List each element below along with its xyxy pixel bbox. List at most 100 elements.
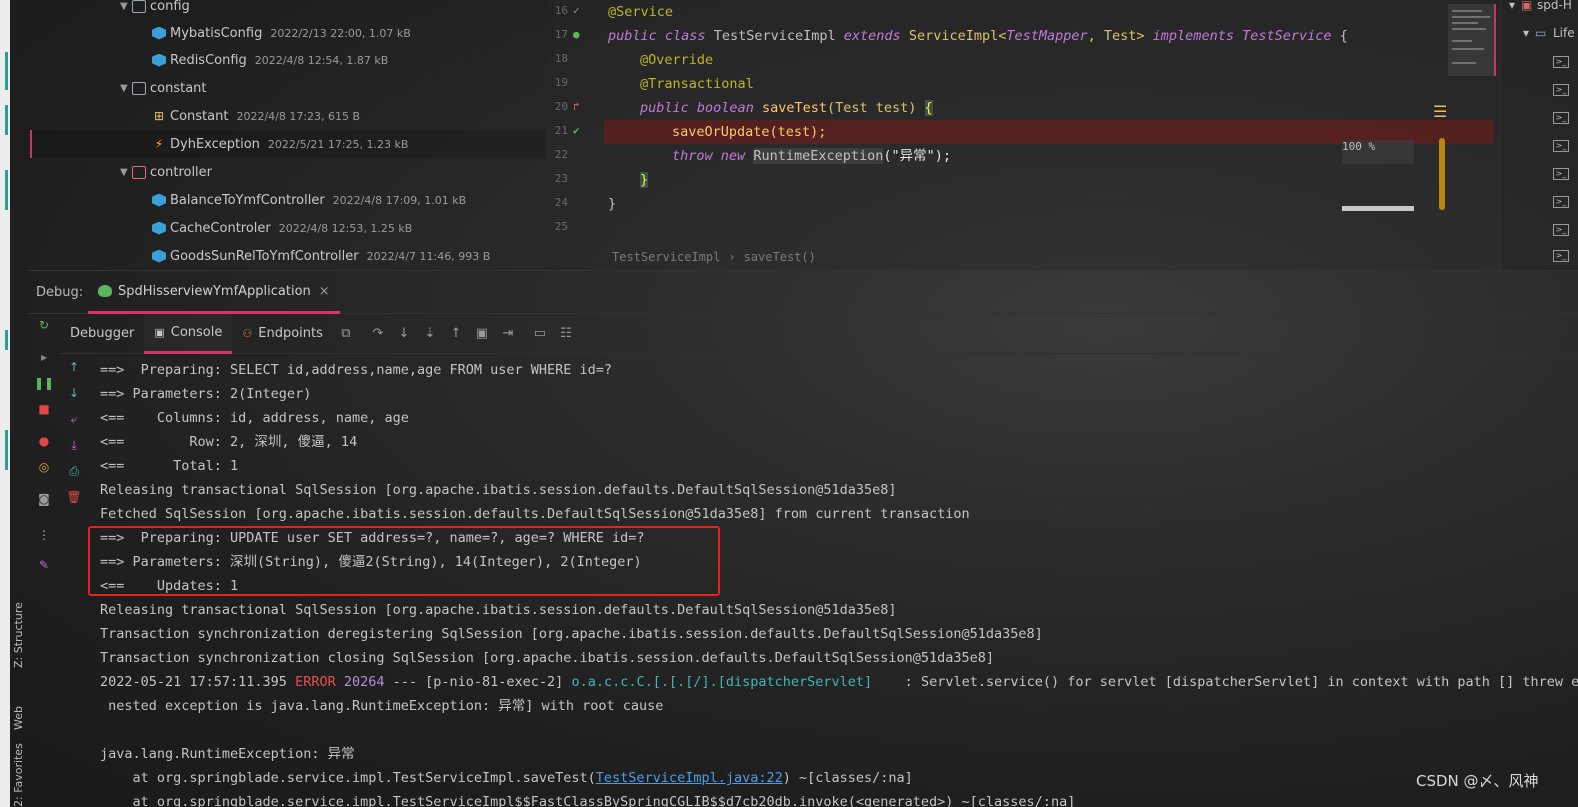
tree-item-redisconfig[interactable]: RedisConfig 2022/4/8 12:54, 1.87 kB [10, 46, 545, 74]
debug-config-label: SpdHisserviewYmfApplication [118, 283, 311, 299]
log-thread: --- [p-nio-81-exec-2] [384, 674, 572, 690]
tree-item-meta: 2022/4/8 17:09, 1.01 kB [332, 193, 467, 207]
side-tab-favorites[interactable]: 2: Favorites [12, 743, 25, 807]
terminal-icon[interactable]: >_ [1553, 84, 1569, 96]
stack-trace-line: at org.springblade.service.impl.TestServ… [100, 766, 913, 790]
class-icon [152, 221, 166, 235]
class-name: TestServiceImpl [713, 28, 836, 44]
line-number: 22 [554, 148, 568, 161]
up-arrow-icon[interactable]: ↑ [62, 360, 86, 374]
down-arrow-icon[interactable]: ↓ [62, 386, 86, 400]
debug-config-tab[interactable]: SpdHisserviewYmfApplication × [88, 271, 340, 314]
soft-wrap-icon[interactable]: ⤶ [62, 412, 86, 427]
tree-item-balancetoymfcontroller[interactable]: BalanceToYmfController 2022/4/8 17:09, 1… [10, 186, 545, 214]
trace-icon[interactable]: ☷ [553, 326, 579, 341]
view-breakpoints-icon[interactable]: ● [32, 434, 56, 448]
clear-all-icon[interactable]: 🗑 [62, 490, 86, 504]
chevron-down-icon[interactable]: ▼ [120, 167, 132, 178]
code-editor[interactable]: 16 17 18 19 20 21 22 23 24 25 ✓ ● ↱ ✔ @S… [546, 0, 1498, 270]
terminal-icon[interactable]: >_ [1553, 168, 1569, 180]
more-icon[interactable]: ⋮ [32, 528, 56, 542]
interface-name: TestService [1242, 28, 1332, 44]
console-line: Releasing transactional SqlSession [org.… [100, 602, 897, 618]
tree-folder-config[interactable]: ▼ config [10, 0, 545, 20]
chevron-down-icon[interactable]: ▾ [1523, 26, 1529, 40]
lifecycle-label[interactable]: Life [1553, 26, 1575, 40]
side-tab-structure[interactable]: Z: Structure [12, 602, 25, 668]
tab-endpoints[interactable]: ⚇ Endpoints [232, 314, 333, 354]
chevron-down-icon[interactable]: ▼ [120, 1, 132, 12]
override-icon[interactable]: ↱ [573, 100, 580, 113]
stripe-marker [5, 170, 8, 210]
implement-icon[interactable]: ● [573, 28, 580, 41]
class-icon [152, 53, 166, 67]
problems-icon[interactable]: ☰ [1433, 102, 1447, 121]
terminal-icon[interactable]: >_ [1553, 56, 1569, 68]
tree-item-goodssunreltoymfcontroller[interactable]: GoodsSunRelToYmfController 2022/4/7 11:4… [10, 242, 545, 270]
tree-item-label: DyhException [170, 136, 260, 152]
restore-layout-icon[interactable]: ⧉ [333, 326, 359, 341]
console-line: ==> Parameters: 2(Integer) [100, 386, 312, 402]
tree-item-dyhexception[interactable]: ⚡ DyhException 2022/5/21 17:25, 1.23 kB [30, 130, 545, 158]
stack-frame: at org.springblade.service.impl.TestServ… [100, 770, 596, 786]
tree-item-cachecontroler[interactable]: CacheControler 2022/4/8 12:53, 1.25 kB [10, 214, 545, 242]
pin-icon[interactable]: ✎ [32, 558, 56, 572]
tree-item-mybatisconfig[interactable]: MybatisConfig 2022/2/13 22:00, 1.07 kB [10, 19, 545, 47]
pause-icon[interactable]: ❚❚ [32, 376, 56, 390]
source-link[interactable]: TestServiceImpl.java:22 [596, 770, 783, 786]
stop-icon[interactable]: ■ [32, 402, 56, 416]
mute-breakpoints-icon[interactable]: ◎ [32, 460, 56, 474]
terminal-icon[interactable]: >_ [1553, 140, 1569, 152]
minimap[interactable] [1448, 4, 1496, 76]
editor-scrollbar[interactable] [1439, 138, 1445, 210]
tab-debugger[interactable]: Debugger [60, 314, 144, 354]
terminal-icon[interactable]: >_ [1553, 224, 1569, 236]
breakpoint-check-icon[interactable]: ✔ [573, 124, 580, 137]
tab-console[interactable]: ▣ Console [144, 314, 233, 354]
tree-item-constant[interactable]: ⊞ Constant 2022/4/8 17:23, 615 B [10, 102, 545, 130]
maven-module-label[interactable]: spd-H [1537, 0, 1572, 12]
console-output[interactable]: ==> Preparing: SELECT id,address,name,ag… [88, 356, 1578, 807]
breadcrumb-item[interactable]: saveTest() [744, 250, 816, 264]
minimap-line [1452, 10, 1482, 12]
rerun-icon[interactable]: ↻ [32, 318, 56, 332]
side-tab-web[interactable]: Web [12, 706, 25, 730]
tree-folder-controller[interactable]: ▼ controller [10, 158, 545, 186]
drop-frame-icon[interactable]: ▣ [469, 326, 495, 341]
close-icon[interactable]: × [319, 284, 330, 299]
tree-folder-constant[interactable]: ▼ constant [10, 74, 545, 102]
class-name: RuntimeException [753, 148, 884, 164]
terminal-icon[interactable]: >_ [1553, 112, 1569, 124]
line-number: 16 [554, 4, 568, 17]
camera-icon[interactable]: ◙ [32, 492, 56, 506]
breadcrumb-item[interactable]: TestServiceImpl [612, 250, 720, 264]
spring-bean-icon[interactable]: ✓ [573, 4, 580, 17]
code-line-17: public class TestServiceImpl extends Ser… [608, 24, 1348, 48]
tree-item-meta: 2022/4/8 17:23, 615 B [236, 109, 361, 123]
resume-icon[interactable]: ▸ [32, 350, 56, 364]
step-into-icon[interactable]: ↓ [391, 326, 417, 341]
evaluate-icon[interactable]: ▭ [527, 326, 553, 341]
step-over-icon[interactable]: ↷ [365, 326, 391, 341]
code-line-20: public boolean saveTest(Test test) { [608, 96, 933, 120]
zoom-slider[interactable] [1342, 206, 1414, 211]
tree-item-meta: 2022/2/13 22:00, 1.07 kB [270, 26, 411, 40]
watermark: CSDN @〆、风神 [1416, 772, 1539, 790]
string: ("异常"); [883, 148, 951, 164]
terminal-icon[interactable]: >_ [1553, 196, 1569, 208]
side-tab-label: Web [12, 706, 25, 730]
force-step-into-icon[interactable]: ⇣ [417, 326, 443, 341]
tree-item-label: GoodsSunRelToYmfController [170, 248, 359, 264]
print-icon[interactable]: ⎙ [62, 464, 86, 479]
terminal-icon[interactable]: >_ [1553, 250, 1569, 262]
log-timestamp: 2022-05-21 17:57:11.395 [100, 674, 296, 690]
tree-item-meta: 2022/4/7 11:46, 993 B [366, 249, 491, 263]
side-tab-label: Z: Structure [12, 602, 25, 668]
chevron-down-icon[interactable]: ▾ [1509, 0, 1515, 12]
run-to-cursor-icon[interactable]: ⇥ [495, 326, 521, 341]
chevron-down-icon[interactable]: ▼ [120, 83, 132, 94]
scroll-to-end-icon[interactable]: ⤓ [62, 438, 86, 453]
zoom-label: 100 % [1342, 140, 1414, 164]
step-out-icon[interactable]: ↑ [443, 326, 469, 341]
constant-icon: ⊞ [153, 108, 165, 123]
